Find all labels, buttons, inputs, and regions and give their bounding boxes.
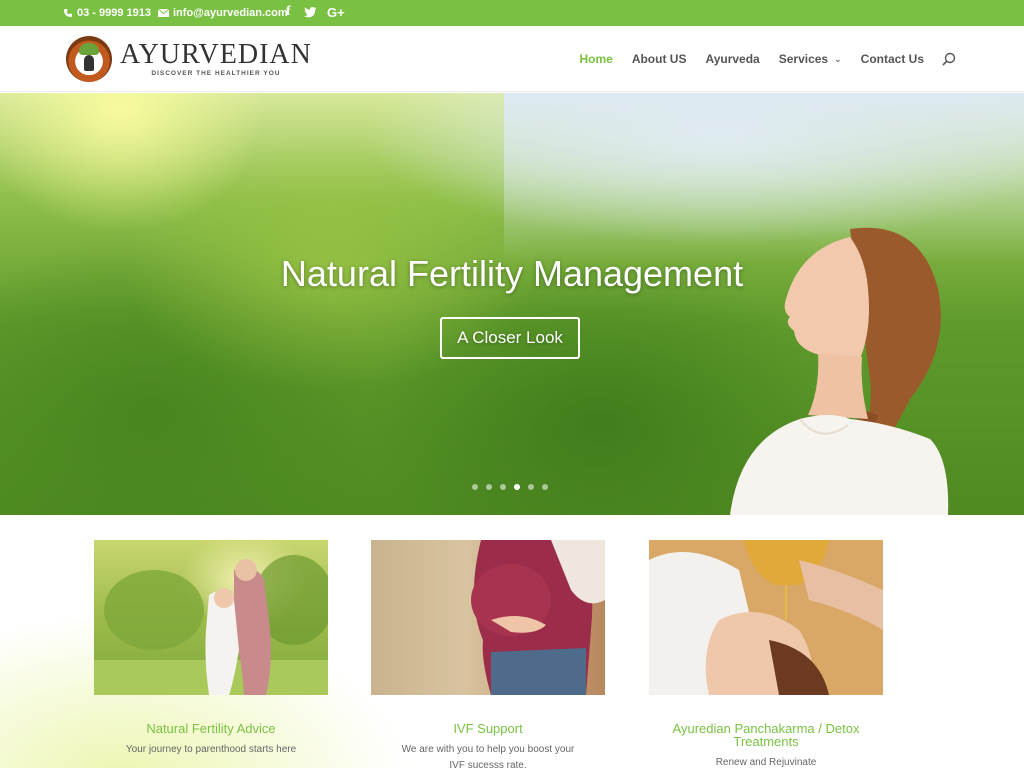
nav-services[interactable]: Services ⌄ <box>779 52 842 66</box>
email-address: info@ayurvedian.com <box>173 7 288 19</box>
phone-contact[interactable]: 03 - 9999 1913 <box>63 7 151 19</box>
nav-ayurveda[interactable]: Ayurveda <box>705 52 759 66</box>
site-header: AYURVEDIAN DISCOVER THE HEALTHIER YOU Ho… <box>0 26 1024 92</box>
phone-number: 03 - 9999 1913 <box>77 7 152 19</box>
chevron-down-icon: ⌄ <box>834 53 842 64</box>
closer-look-button[interactable]: A Closer Look <box>440 317 580 359</box>
feature-title[interactable]: Ayuredian Panchakarma / Detox Treatments <box>649 722 883 748</box>
site-logo[interactable]: AYURVEDIAN DISCOVER THE HEALTHIER YOU <box>66 35 312 83</box>
feature-card-panchakarma: Ayuredian Panchakarma / Detox Treatments… <box>649 540 883 768</box>
brand-name: AYURVEDIAN <box>120 39 312 70</box>
hero-slider: Natural Fertility Management A Closer Lo… <box>0 93 1024 515</box>
logo-emblem-icon <box>66 36 112 82</box>
feature-desc: We are with you to help you boost your I… <box>401 744 575 768</box>
feature-card-ivf: IVF Support We are with you to help you … <box>371 540 605 768</box>
search-icon[interactable] <box>942 52 956 66</box>
slider-dot-1[interactable] <box>472 484 478 490</box>
envelope-icon <box>158 9 169 17</box>
feature-desc: Renew and Rejuvinate <box>715 757 817 768</box>
slider-dot-4[interactable] <box>514 484 520 490</box>
feature-card-fertility: Natural Fertility Advice Your journey to… <box>94 540 328 758</box>
nav-contact-us[interactable]: Contact Us <box>861 52 924 66</box>
email-contact[interactable]: info@ayurvedian.com <box>158 7 288 19</box>
top-bar: 03 - 9999 1913 info@ayurvedian.com f G+ <box>0 0 1024 26</box>
feature-title[interactable]: IVF Support <box>371 722 605 735</box>
slider-dot-5[interactable] <box>528 484 534 490</box>
oil-treatment-photo[interactable] <box>649 540 883 695</box>
feature-desc: Your journey to parenthood starts here <box>125 744 297 755</box>
slider-dot-3[interactable] <box>500 484 506 490</box>
hero-title: Natural Fertility Management <box>280 253 744 294</box>
main-nav: Home About US Ayurveda Services ⌄ Contact… <box>560 52 924 66</box>
twitter-icon[interactable] <box>304 5 317 21</box>
brand-tagline: DISCOVER THE HEALTHIER YOU <box>151 70 281 77</box>
phone-icon <box>64 9 72 17</box>
slider-dots <box>472 484 548 490</box>
couple-photo[interactable] <box>94 540 328 695</box>
slider-dot-6[interactable] <box>542 484 548 490</box>
facebook-icon[interactable]: f <box>286 4 291 20</box>
features-section: Natural Fertility Advice Your journey to… <box>0 515 1024 768</box>
nav-home[interactable]: Home <box>579 52 612 66</box>
slider-dot-2[interactable] <box>486 484 492 490</box>
pregnant-belly-photo[interactable] <box>371 540 605 695</box>
feature-title[interactable]: Natural Fertility Advice <box>94 722 328 735</box>
nav-about-us[interactable]: About US <box>632 52 687 66</box>
google-plus-icon[interactable]: G+ <box>327 5 345 20</box>
